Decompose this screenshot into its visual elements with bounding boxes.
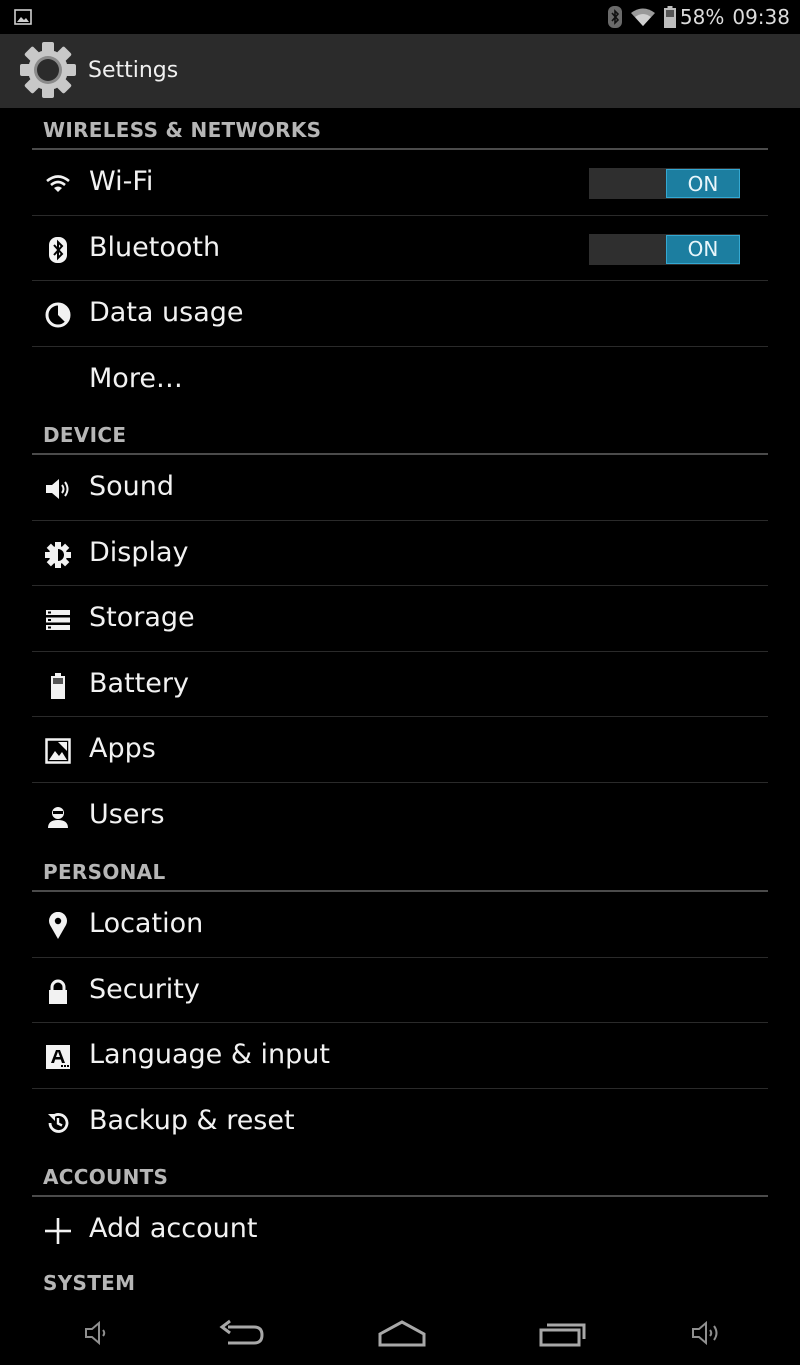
apps-icon bbox=[45, 738, 71, 764]
battery-percentage: 58% bbox=[679, 5, 725, 29]
clock: 09:38 bbox=[732, 5, 790, 29]
action-bar: Settings bbox=[0, 34, 800, 108]
wifi-toggle[interactable]: ON bbox=[589, 168, 740, 199]
settings-item-battery[interactable]: Battery bbox=[32, 652, 768, 717]
recent-apps-button[interactable] bbox=[538, 1316, 588, 1350]
settings-item-label: Backup & reset bbox=[89, 1104, 295, 1136]
volume-down-button[interactable] bbox=[82, 1316, 112, 1350]
settings-item-label: Security bbox=[89, 973, 200, 1005]
settings-item-display[interactable]: Display bbox=[32, 521, 768, 586]
section-header-label: SYSTEM bbox=[43, 1270, 136, 1295]
settings-item-backup-reset[interactable]: Backup & reset bbox=[32, 1089, 768, 1155]
plus-icon bbox=[45, 1218, 71, 1244]
image-notification-icon bbox=[14, 9, 32, 25]
settings-item-label: Add account bbox=[89, 1213, 258, 1244]
storage-icon bbox=[46, 610, 70, 630]
battery-icon bbox=[51, 672, 65, 699]
back-button[interactable] bbox=[218, 1316, 266, 1350]
volume-up-icon bbox=[692, 1320, 718, 1346]
toggle-state: ON bbox=[666, 234, 740, 264]
sound-icon bbox=[46, 479, 69, 499]
users-icon bbox=[48, 806, 68, 828]
settings-item-label: Display bbox=[89, 536, 189, 568]
settings-item-apps[interactable]: Apps bbox=[32, 717, 768, 783]
settings-item-location[interactable]: Location bbox=[32, 892, 768, 958]
language-icon bbox=[46, 1045, 70, 1069]
section-header-wireless: WIRELESS & NETWORKS bbox=[32, 108, 768, 150]
location-icon bbox=[49, 912, 67, 939]
settings-item-label: Language & input bbox=[89, 1039, 330, 1070]
settings-item-label: Sound bbox=[89, 471, 175, 502]
settings-item-data-usage[interactable]: Data usage bbox=[32, 281, 768, 347]
section-header-label: WIRELESS & NETWORKS bbox=[43, 118, 322, 142]
back-icon bbox=[219, 1319, 264, 1345]
page-title: Settings bbox=[88, 58, 179, 83]
settings-gear-icon[interactable] bbox=[18, 40, 78, 100]
volume-up-button[interactable] bbox=[690, 1316, 722, 1350]
settings-item-label: Storage bbox=[89, 602, 195, 633]
home-button[interactable] bbox=[377, 1316, 427, 1350]
settings-item-label: Wi-Fi bbox=[89, 166, 154, 197]
wifi-icon bbox=[46, 175, 70, 192]
bluetooth-icon bbox=[607, 6, 622, 28]
backup-reset-icon bbox=[48, 1112, 69, 1133]
settings-item-label: More… bbox=[89, 362, 183, 394]
section-header-device: DEVICE bbox=[32, 412, 768, 455]
settings-item-security[interactable]: Security bbox=[32, 958, 768, 1023]
recent-apps-icon bbox=[539, 1323, 586, 1347]
settings-item-label: Apps bbox=[89, 733, 156, 764]
display-icon bbox=[45, 541, 71, 568]
settings-item-label: Location bbox=[89, 908, 204, 939]
settings-item-label: Bluetooth bbox=[89, 231, 221, 263]
section-header-label: DEVICE bbox=[43, 423, 127, 447]
settings-item-bluetooth[interactable]: Bluetooth ON bbox=[32, 216, 768, 281]
settings-item-language[interactable]: Language & input bbox=[32, 1023, 768, 1089]
section-header-personal: PERSONAL bbox=[32, 848, 768, 892]
settings-item-label: Battery bbox=[89, 667, 189, 699]
battery-icon bbox=[663, 6, 676, 28]
section-header-accounts: ACCOUNTS bbox=[32, 1154, 768, 1197]
section-header-label: PERSONAL bbox=[43, 860, 166, 884]
settings-item-add-account[interactable]: Add account bbox=[32, 1197, 768, 1263]
settings-list: WIRELESS & NETWORKS Wi-Fi ON Bluetooth O… bbox=[32, 108, 768, 1297]
lock-icon bbox=[49, 979, 67, 1004]
section-header-label: ACCOUNTS bbox=[43, 1165, 169, 1189]
settings-item-storage[interactable]: Storage bbox=[32, 586, 768, 652]
settings-item-label: Data usage bbox=[89, 297, 244, 328]
section-header-system: SYSTEM bbox=[32, 1263, 768, 1297]
home-icon bbox=[378, 1320, 426, 1347]
wifi-icon bbox=[630, 8, 655, 26]
settings-item-users[interactable]: Users bbox=[32, 783, 768, 849]
bluetooth-toggle[interactable]: ON bbox=[589, 233, 740, 265]
settings-item-more[interactable]: More… bbox=[32, 347, 768, 413]
navigation-bar bbox=[0, 1300, 800, 1365]
bluetooth-icon bbox=[49, 236, 67, 263]
settings-item-label: Users bbox=[89, 798, 165, 830]
settings-item-wifi[interactable]: Wi-Fi ON bbox=[32, 150, 768, 216]
data-usage-icon bbox=[45, 302, 71, 328]
volume-down-icon bbox=[85, 1320, 106, 1346]
toggle-state: ON bbox=[666, 169, 740, 198]
status-bar: 58% 09:38 bbox=[0, 0, 800, 34]
settings-item-sound[interactable]: Sound bbox=[32, 455, 768, 521]
